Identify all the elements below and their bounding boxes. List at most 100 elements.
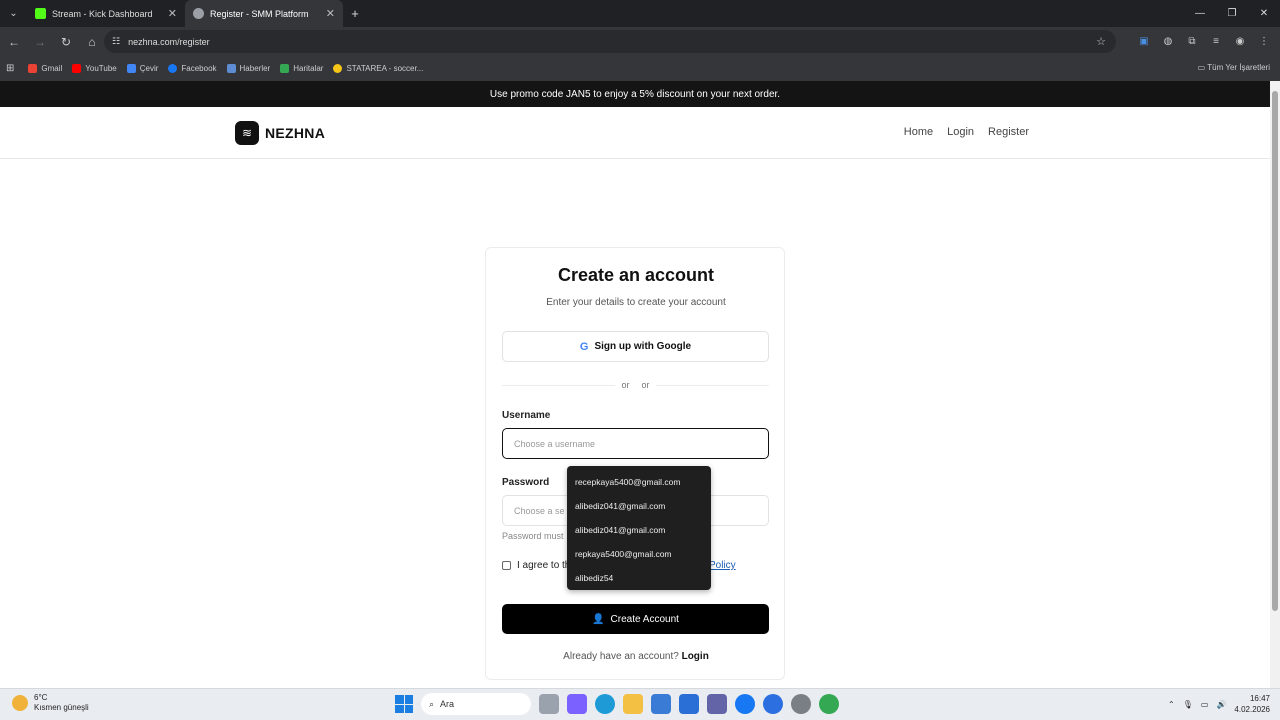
terms-text: I agree to th [517,560,571,571]
bookmark-star-icon[interactable]: ☆ [1096,35,1106,48]
tab-title: Register - SMM Platform [210,8,309,19]
url-bar[interactable]: ☷ nezhna.com/register ☆ [104,30,1116,53]
username-input[interactable]: Choose a username [502,428,769,459]
messenger-icon[interactable] [763,694,783,714]
settings-icon[interactable] [791,694,811,714]
site-logo[interactable]: ≋ NEZHNA [235,121,325,145]
chevron-up-icon[interactable]: ⌃ [1168,700,1175,709]
new-tab-button[interactable]: + [343,0,367,27]
weather-sun-icon [12,695,28,711]
gmail-icon [28,64,38,73]
taskbar-apps: ⌕ Ara [395,693,839,715]
microphone-icon[interactable]: 🎙 [1183,700,1193,709]
login-link[interactable]: Login [682,651,709,662]
password-hint: Password must [502,531,564,541]
news-icon [226,64,236,73]
autocomplete-option[interactable]: alibediz54 [567,566,711,590]
bookmark-haberler[interactable]: Haberler [226,64,270,73]
extension-icons: ▣ ◍ ⧉ ≡ ◉ ⋮ [1132,27,1276,56]
close-tab-icon[interactable]: ✕ [326,7,335,20]
site-info-icon[interactable]: ☷ [112,36,120,47]
autocomplete-option[interactable]: recepkaya5400@gmail.com [567,470,711,494]
bookmark-facebook[interactable]: Facebook [168,64,217,73]
nav-login[interactable]: Login [947,126,974,138]
store-icon[interactable] [651,694,671,714]
search-icon: ⌕ [429,698,435,709]
all-bookmarks[interactable]: ▭ Tüm Yer İşaretleri [1198,63,1270,72]
google-signup-button[interactable]: G Sign up with Google [502,331,769,362]
facebook-app-icon[interactable] [735,694,755,714]
close-tab-icon[interactable]: ✕ [168,7,177,20]
weather-widget[interactable]: 6°C Kısmen güneşli [12,693,89,713]
taskbar-search[interactable]: ⌕ Ara [421,693,531,715]
nav-home[interactable]: Home [904,126,933,138]
bookmark-cevir[interactable]: Çevir [126,64,158,73]
edge-icon[interactable] [595,694,615,714]
nav-register[interactable]: Register [988,126,1029,138]
reload-icon[interactable]: ↻ [54,30,78,54]
bookmark-statarea[interactable]: STATAREA - soccer... [333,64,423,73]
close-window-icon[interactable]: ✕ [1248,0,1280,27]
chrome-icon[interactable] [819,694,839,714]
folder-icon: ▭ [1197,63,1208,72]
autocomplete-option[interactable]: alibediz041@gmail.com [567,494,711,518]
back-icon[interactable]: ← [2,30,26,54]
forward-icon[interactable]: → [28,30,52,54]
translate-icon[interactable]: ▣ [1132,30,1156,54]
autocomplete-dropdown: recepkaya5400@gmail.com alibediz041@gmai… [567,466,711,590]
bookmark-youtube[interactable]: YouTube [72,64,117,73]
main-nav: Home Login Register [904,126,1029,138]
menu-dots-icon[interactable]: ⋮ [1252,30,1276,54]
layers-icon: ≋ [235,121,259,145]
windows-start-icon[interactable] [395,695,413,713]
file-explorer-icon[interactable] [623,694,643,714]
autocomplete-option[interactable]: repkaya5400@gmail.com [567,542,711,566]
browser-tab-kick[interactable]: Stream - Kick Dashboard ✕ [27,0,185,27]
maps-icon [280,64,290,73]
divider: or or [502,379,769,391]
minimize-icon[interactable]: — [1184,0,1216,27]
password-label: Password [502,477,550,488]
puzzle-icon[interactable]: ⧉ [1180,30,1204,54]
bookmark-gmail[interactable]: Gmail [28,64,62,73]
apps-grid-icon[interactable]: ⊞ [6,63,14,74]
privacy-policy-link[interactable]: Policy [709,560,736,571]
terms-row: I agree to th Policy [502,560,736,571]
browser-tab-register[interactable]: Register - SMM Platform ✕ [185,0,343,27]
site-header: ≋ NEZHNA Home Login Register [0,107,1270,159]
extension-icon[interactable]: ◍ [1156,30,1180,54]
media-icon[interactable]: ≡ [1204,30,1228,54]
login-prompt: Already have an account? Login [563,651,709,662]
user-plus-icon: 👤 [592,613,605,625]
restore-icon[interactable]: ❐ [1216,0,1248,27]
url-text: nezhna.com/register [128,36,210,47]
page-scrollbar[interactable] [1270,81,1280,688]
home-icon[interactable]: ⌂ [80,30,104,54]
volume-icon[interactable]: 🔊 [1216,700,1226,709]
translate-bookmark-icon [126,64,136,73]
kick-favicon-icon [35,8,46,19]
teams-icon[interactable] [707,694,727,714]
divider-text: or [641,380,650,390]
form-title: Create an account [557,265,715,285]
tab-search-icon[interactable]: ⌄ [0,0,27,27]
promo-banner: Use promo code JAN5 to enjoy a 5% discou… [0,81,1270,107]
tab-title: Stream - Kick Dashboard [52,8,153,19]
register-card: Create an account Enter your details to … [485,247,785,680]
create-account-button[interactable]: 👤 Create Account [502,604,769,634]
profile-icon[interactable]: ◉ [1228,30,1252,54]
copilot-icon[interactable] [567,694,587,714]
mail-icon[interactable] [679,694,699,714]
task-view-icon[interactable] [539,694,559,714]
autocomplete-option[interactable]: alibediz041@gmail.com [567,518,711,542]
scrollbar-thumb[interactable] [1272,91,1278,611]
statarea-icon [333,64,343,73]
system-tray: ⌃ 🎙 ▭ 🔊 16:47 4.02.2026 [1168,693,1270,715]
network-icon[interactable]: ▭ [1201,700,1209,709]
bookmark-haritalar[interactable]: Haritalar [280,64,323,73]
facebook-icon [168,64,178,73]
terms-checkbox[interactable] [502,561,511,570]
username-label: Username [502,410,551,421]
browser-tab-bar: ⌄ Stream - Kick Dashboard ✕ Register - S… [0,0,1280,27]
clock[interactable]: 16:47 4.02.2026 [1234,693,1270,715]
